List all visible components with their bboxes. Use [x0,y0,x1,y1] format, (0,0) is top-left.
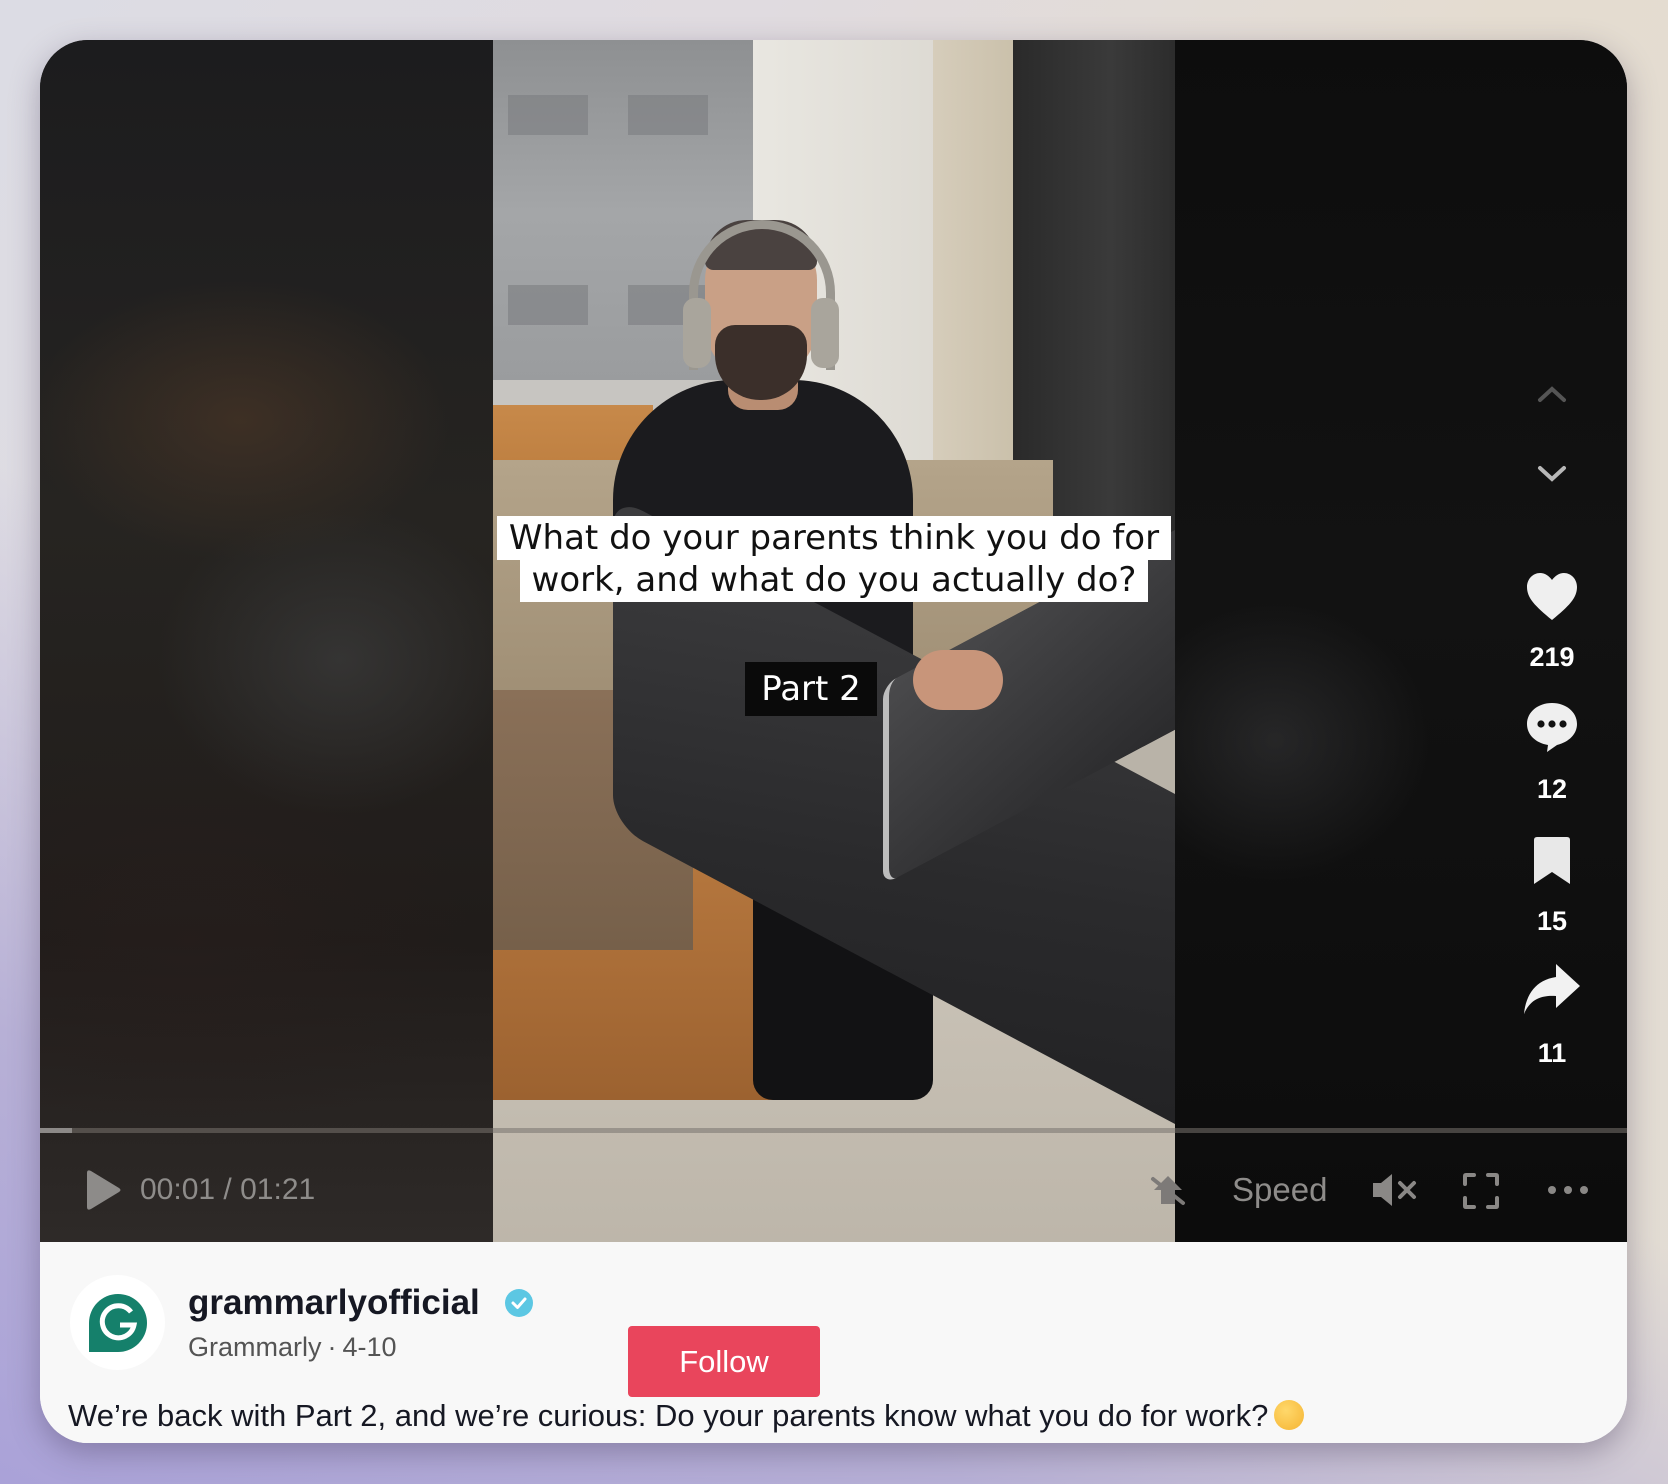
description-text: We’re back with Part 2, and we’re curiou… [68,1398,1269,1433]
date-separator: · [327,1332,337,1362]
more-horizontal-icon [1548,1186,1588,1194]
chevron-up-icon [1538,386,1566,402]
video-post-card: What do your parents think you do for wo… [40,40,1627,1443]
duration: 01:21 [240,1173,316,1206]
post-info: grammarlyofficial Grammarly · 4-10 Follow … [40,1242,1627,1443]
heart-icon [1527,573,1577,620]
share-button[interactable] [1512,962,1592,1016]
like-button[interactable] [1512,572,1592,622]
chevron-down-icon [1538,466,1566,482]
mute-button[interactable] [1370,1170,1420,1210]
fullscreen-icon [1463,1173,1499,1209]
author-display-name: Grammarly [188,1332,322,1362]
save-button[interactable] [1512,836,1592,886]
fullscreen-button[interactable] [1462,1172,1500,1210]
playback-time: 00:01 / 01:21 [140,1172,315,1208]
author-subline: Grammarly · 4-10 [188,1330,397,1364]
author-avatar[interactable] [70,1275,165,1370]
verified-badge [505,1289,533,1317]
thinking-face-emoji-icon [1274,1400,1305,1430]
video-frame[interactable]: What do your parents think you do for wo… [493,40,1175,1242]
blurred-backdrop-left [40,40,493,1242]
video-player[interactable]: What do your parents think you do for wo… [40,40,1627,1242]
play-icon [87,1170,121,1210]
scene-earcup-right [811,298,839,368]
more-options-button[interactable] [1546,1178,1590,1202]
comment-button[interactable] [1512,700,1592,754]
comment-count: 12 [1536,774,1568,804]
post-description: We’re back with Part 2, and we’re curiou… [68,1396,1305,1436]
author-username[interactable]: grammarlyofficial [188,1282,480,1324]
current-time: 00:01 [140,1173,216,1206]
time-separator: / [223,1173,232,1206]
scene-earcup-left [683,298,711,368]
grammarly-logo-icon [89,1294,147,1352]
video-progress-fill [40,1128,72,1133]
next-video-button[interactable] [1512,462,1592,486]
previous-video-button[interactable] [1512,382,1592,406]
verified-check-icon [505,1289,533,1317]
post-date: 4-10 [342,1332,397,1362]
comment-icon [1527,703,1577,752]
scene-pillar [933,40,1023,520]
bookmark-icon [1534,837,1570,884]
share-icon [1524,964,1580,1014]
floating-player-off-icon [1151,1176,1185,1205]
floating-player-button[interactable] [1148,1170,1188,1210]
play-button[interactable] [85,1169,121,1211]
video-caption-overlay: What do your parents think you do for wo… [493,516,1175,602]
follow-button[interactable]: Follow [628,1326,820,1397]
video-progress-bar[interactable] [40,1128,1627,1133]
part-label-overlay: Part 2 [745,662,877,716]
like-count: 219 [1529,642,1575,672]
save-count: 15 [1536,906,1568,936]
speed-button[interactable]: Speed [1232,1170,1327,1210]
share-count: 11 [1537,1038,1567,1068]
scene-hands [913,650,1003,710]
caption-text: What do your parents think you do for wo… [496,516,1172,602]
volume-muted-icon [1373,1174,1416,1206]
